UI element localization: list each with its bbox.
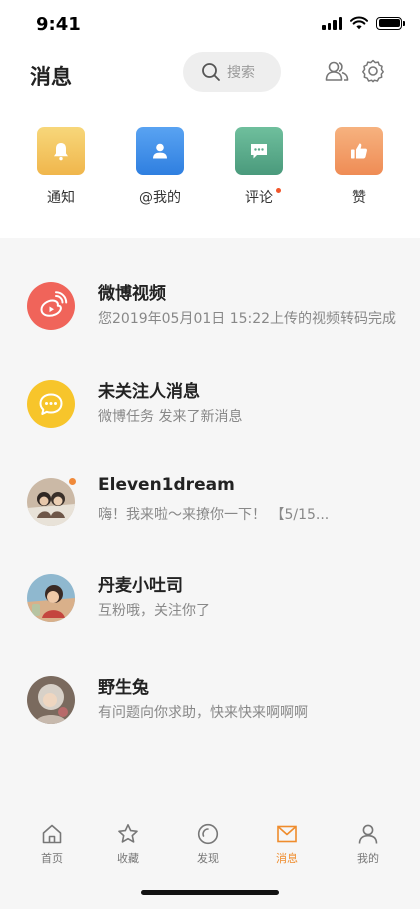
shortcut-likes[interactable]: 赞 xyxy=(319,127,399,207)
stranger-messages-avatar xyxy=(27,380,75,428)
message-sender: 丹麦小吐司 xyxy=(98,576,183,596)
message-item[interactable]: 微博视频 您2019年05月01日 15:22上传的视频转码完成 xyxy=(0,282,420,378)
unread-dot xyxy=(68,477,77,486)
shortcut-label: 赞 xyxy=(352,190,366,206)
search-icon xyxy=(202,63,220,81)
message-sender: 野生兔 xyxy=(98,678,149,698)
home-icon xyxy=(42,824,62,844)
tab-label: 收藏 xyxy=(117,852,139,865)
comment-icon xyxy=(251,144,267,159)
user-avatar xyxy=(27,478,75,526)
signal-icon xyxy=(322,16,342,30)
wifi-icon xyxy=(350,16,368,30)
like-tile xyxy=(335,127,383,175)
tab-messages[interactable]: 消息 xyxy=(252,822,322,866)
discover-icon xyxy=(197,823,219,845)
message-preview: 有问题向你求助，快来快来啊啊啊 xyxy=(98,705,308,721)
person-icon xyxy=(153,143,167,159)
battery-icon xyxy=(376,16,405,30)
contacts-button[interactable] xyxy=(324,58,350,84)
shortcut-label: 通知 xyxy=(47,190,75,206)
shortcut-label: 评论 xyxy=(245,187,281,207)
search-bar[interactable]: 搜索 xyxy=(183,52,281,92)
home-indicator xyxy=(141,890,279,895)
settings-button[interactable] xyxy=(360,58,386,84)
message-sender: 未关注人消息 xyxy=(98,382,200,402)
star-icon xyxy=(118,824,138,843)
message-sender: 微博视频 xyxy=(98,284,166,304)
mail-icon xyxy=(277,825,297,843)
comment-tile xyxy=(235,127,283,175)
shortcut-label: @我的 xyxy=(139,190,181,206)
shortcut-notifications[interactable]: 通知 xyxy=(21,127,101,207)
bell-icon xyxy=(54,143,68,161)
new-comment-dot xyxy=(276,188,281,193)
weibo-video-avatar xyxy=(27,282,75,330)
tab-profile[interactable]: 我的 xyxy=(333,822,403,866)
avatar-photo xyxy=(27,478,75,526)
user-avatar xyxy=(27,574,75,622)
message-item[interactable]: Eleven1dream 嗨！我来啦～来撩你一下！ 【5/15... xyxy=(0,475,420,574)
page-title: 消息 xyxy=(30,65,72,89)
message-sender: Eleven1dream xyxy=(98,475,235,495)
status-bar: 9:41 xyxy=(0,0,420,48)
status-icons xyxy=(322,16,405,30)
status-time: 9:41 xyxy=(36,14,81,35)
tab-discover[interactable]: 发现 xyxy=(173,822,243,866)
message-preview: 互粉哦，关注你了 xyxy=(98,603,210,619)
message-item[interactable]: 未关注人消息 微博任务 发来了新消息 xyxy=(0,380,420,476)
message-item[interactable]: 丹麦小吐司 互粉哦，关注你了 xyxy=(0,574,420,670)
thumbs-up-icon xyxy=(351,143,367,159)
avatar-photo xyxy=(27,574,75,622)
search-placeholder: 搜索 xyxy=(227,65,255,81)
message-preview: 您2019年05月01日 15:22上传的视频转码完成 xyxy=(98,311,397,327)
shortcut-comments[interactable]: 评论 xyxy=(219,127,299,207)
mention-tile xyxy=(136,127,184,175)
message-item[interactable]: 野生兔 有问题向你求助，快来快来啊啊啊 xyxy=(0,676,420,772)
message-preview: 微博任务 发来了新消息 xyxy=(98,409,243,425)
tab-label: 消息 xyxy=(276,852,298,865)
tab-label: 我的 xyxy=(357,852,379,865)
settings-icon xyxy=(362,59,384,83)
user-avatar xyxy=(27,676,75,724)
tab-label: 发现 xyxy=(197,852,219,865)
shortcut-mentions[interactable]: @我的 xyxy=(120,127,200,207)
contacts-icon xyxy=(325,61,349,81)
notification-tile xyxy=(37,127,85,175)
tab-label: 首页 xyxy=(41,852,63,865)
profile-icon xyxy=(358,824,378,844)
avatar-photo xyxy=(27,676,75,724)
chat-bubble-icon xyxy=(39,393,63,415)
message-preview: 嗨！我来啦～来撩你一下！ 【5/15... xyxy=(98,507,330,523)
tab-favorites[interactable]: 收藏 xyxy=(93,822,163,866)
weibo-video-icon xyxy=(40,291,68,317)
tab-home[interactable]: 首页 xyxy=(17,822,87,866)
